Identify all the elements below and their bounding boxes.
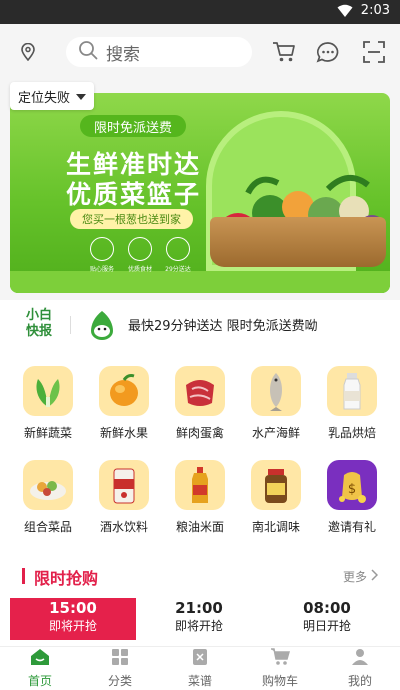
triangle-down-icon — [76, 89, 87, 104]
category-item[interactable]: 酒水饮料 — [94, 460, 154, 535]
beer-icon — [99, 460, 149, 510]
tab-home[interactable]: 首页 — [0, 647, 80, 690]
category-item[interactable]: 粮油米面 — [170, 460, 230, 535]
vegetable-icon — [23, 366, 73, 416]
category-item[interactable]: 新鲜水果 — [94, 366, 154, 441]
fruit-icon — [99, 366, 149, 416]
search-bar[interactable]: 搜索 — [66, 37, 252, 67]
time-slot-active[interactable]: 15:00 即将开抢 — [10, 598, 136, 640]
top-header: 搜索 — [0, 24, 400, 80]
recipe-icon — [192, 648, 208, 670]
news-ticker[interactable]: 小白 快报 最快29分钟送达 限时免派送费呦 — [0, 300, 400, 350]
category-item[interactable]: 鲜肉蛋禽 — [170, 366, 230, 441]
banner-floor-decoration — [10, 271, 390, 293]
time-slot[interactable]: 08:00 明日开抢 — [264, 598, 390, 640]
wifi-icon — [337, 4, 353, 18]
fish-icon — [251, 366, 301, 416]
chevron-right-icon — [371, 569, 379, 584]
bottom-tab-bar: 首页 分类 菜谱 购物车 我的 — [0, 646, 400, 690]
svg-text:$: $ — [348, 482, 356, 497]
sauce-icon — [251, 460, 301, 510]
location-failed-label: 定位失败 — [18, 90, 71, 106]
flash-sale-marker — [22, 568, 25, 584]
scan-icon[interactable] — [360, 38, 388, 66]
tab-profile[interactable]: 我的 — [320, 647, 400, 690]
news-text: 最快29分钟送达 限时免派送费呦 — [128, 319, 318, 334]
location-failed-chip[interactable]: 定位失败 — [10, 82, 95, 110]
banner-slogan: 您买一根葱也送到家 — [70, 209, 193, 229]
category-item[interactable]: 乳品烘焙 — [322, 366, 382, 441]
tab-category[interactable]: 分类 — [80, 647, 160, 690]
mascot-icon — [88, 309, 116, 345]
milk-icon — [327, 366, 377, 416]
banner-section: 限时免派送费 生鲜准时达 优质菜篮子 您买一根葱也送到家 贴心服务 优质食材 2… — [0, 80, 400, 300]
banner-title-line2: 优质菜篮子 — [66, 180, 202, 209]
location-pin-icon[interactable] — [14, 38, 42, 66]
dish-icon — [23, 460, 73, 510]
category-grid: 新鲜蔬菜 新鲜水果 鲜肉蛋禽 水产海鲜 乳品烘焙 组合菜品 酒水饮料 粮油米面 … — [0, 356, 400, 546]
basket-shape — [210, 217, 386, 267]
more-link[interactable]: 更多 — [343, 568, 379, 585]
status-bar: 2:03 — [0, 0, 400, 24]
category-item[interactable]: 组合菜品 — [18, 460, 78, 535]
banner-feature: 29分送达 — [154, 237, 202, 273]
tab-recipe[interactable]: 菜谱 — [160, 647, 240, 690]
search-icon — [78, 40, 98, 64]
tab-cart[interactable]: 购物车 — [240, 647, 320, 690]
gift-bag-icon: $ — [327, 460, 377, 510]
cart-icon — [270, 648, 290, 670]
category-icon — [111, 648, 129, 670]
time-slot[interactable]: 21:00 即将开抢 — [136, 598, 262, 640]
category-item[interactable]: 水产海鲜 — [246, 366, 306, 441]
user-icon — [351, 648, 369, 670]
search-placeholder: 搜索 — [106, 44, 140, 65]
meat-icon — [175, 366, 225, 416]
promo-banner[interactable]: 限时免派送费 生鲜准时达 优质菜篮子 您买一根葱也送到家 贴心服务 优质食材 2… — [10, 93, 390, 293]
category-item[interactable]: 南北调味 — [246, 460, 306, 535]
banner-tag: 限时免派送费 — [80, 115, 187, 137]
status-time: 2:03 — [360, 3, 390, 18]
news-brand: 小白 快报 — [25, 308, 52, 339]
message-icon[interactable] — [314, 38, 342, 66]
cart-icon[interactable] — [270, 38, 298, 66]
category-item[interactable]: 新鲜蔬菜 — [18, 366, 78, 441]
home-icon — [30, 648, 50, 670]
oil-icon — [175, 460, 225, 510]
flash-sale-title: 限时抢购 — [34, 569, 99, 588]
news-divider — [70, 316, 71, 334]
flash-sale-section: 限时抢购 更多 15:00 即将开抢 21:00 即将开抢 08:00 明日开抢 — [0, 556, 400, 646]
category-item[interactable]: $ 邀请有礼 — [322, 460, 382, 535]
